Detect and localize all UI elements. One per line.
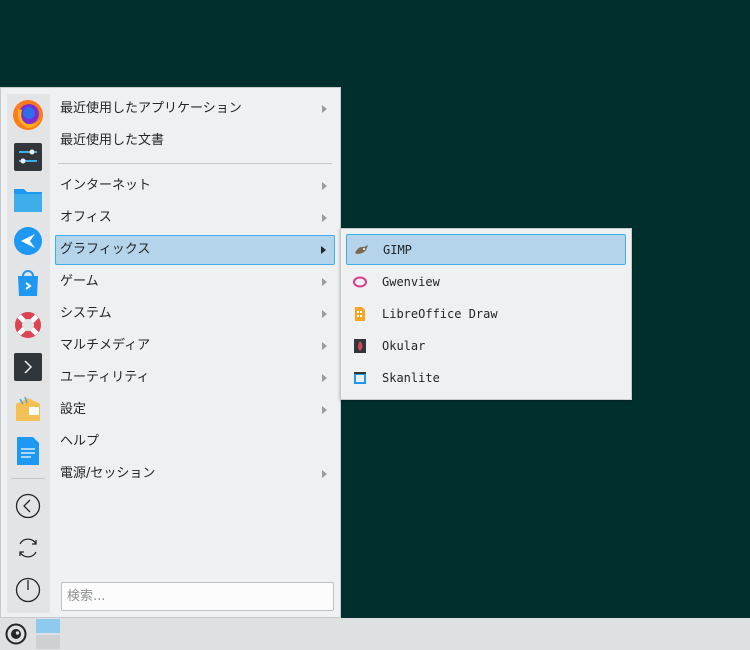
app-item-gimp[interactable]: GIMP bbox=[346, 234, 626, 265]
help-lifebuoy-icon[interactable] bbox=[11, 308, 45, 342]
chevron-right-icon bbox=[321, 246, 326, 254]
system-settings-icon[interactable] bbox=[11, 140, 45, 174]
pager-desktop-1[interactable] bbox=[36, 619, 60, 633]
category-label: 最近使用したアプリケーション bbox=[60, 101, 242, 116]
category-label: ユーティリティ bbox=[60, 370, 150, 385]
app-item-okular[interactable]: Okular bbox=[346, 330, 626, 361]
category-label: インターネット bbox=[60, 178, 152, 193]
category-label: 最近使用した文書 bbox=[60, 133, 165, 148]
chevron-right-icon bbox=[322, 406, 327, 414]
power-icon[interactable] bbox=[11, 573, 45, 607]
pager-desktop-2[interactable] bbox=[36, 635, 60, 649]
software-store-icon[interactable] bbox=[11, 266, 45, 300]
category-internet[interactable]: インターネット bbox=[55, 171, 335, 201]
chevron-right-icon bbox=[322, 214, 327, 222]
taskbar bbox=[0, 618, 750, 650]
category-settings[interactable]: 設定 bbox=[55, 395, 335, 425]
app-label: Gwenview bbox=[382, 274, 440, 289]
category-recent-documents[interactable]: 最近使用した文書 bbox=[55, 126, 335, 156]
category-utilities[interactable]: ユーティリティ bbox=[55, 363, 335, 393]
category-graphics[interactable]: グラフィックス bbox=[55, 235, 335, 265]
chevron-right-icon bbox=[322, 278, 327, 286]
category-label: ヘルプ bbox=[60, 434, 100, 449]
favorites-separator bbox=[11, 478, 45, 479]
app-item-gwenview[interactable]: Gwenview bbox=[346, 266, 626, 297]
firefox-icon[interactable] bbox=[11, 98, 45, 132]
desktop-pager-icon[interactable] bbox=[36, 619, 60, 649]
chevron-right-icon bbox=[322, 374, 327, 382]
text-document-icon[interactable] bbox=[11, 434, 45, 468]
skanlite-icon bbox=[352, 370, 368, 386]
graphics-submenu: GIMP Gwenview LibreOffice Draw Okular Sk… bbox=[340, 228, 632, 400]
libreoffice-draw-icon bbox=[352, 306, 368, 322]
okular-icon bbox=[352, 338, 368, 354]
chevron-right-icon bbox=[322, 310, 327, 318]
search-input[interactable] bbox=[61, 582, 334, 611]
category-label: 設定 bbox=[60, 402, 87, 417]
category-label: グラフィックス bbox=[60, 242, 151, 257]
category-help[interactable]: ヘルプ bbox=[55, 427, 335, 457]
back-icon[interactable] bbox=[11, 489, 45, 523]
chevron-right-icon bbox=[322, 182, 327, 190]
category-label: システム bbox=[60, 306, 112, 321]
file-manager-icon[interactable] bbox=[11, 182, 45, 216]
category-multimedia[interactable]: マルチメディア bbox=[55, 331, 335, 361]
category-office[interactable]: オフィス bbox=[55, 203, 335, 233]
app-label: Skanlite bbox=[382, 370, 440, 385]
chevron-right-icon bbox=[322, 342, 327, 350]
category-label: オフィス bbox=[60, 210, 112, 225]
category-games[interactable]: ゲーム bbox=[55, 267, 335, 297]
app-item-libreoffice-draw[interactable]: LibreOffice Draw bbox=[346, 298, 626, 329]
app-label: Okular bbox=[382, 338, 426, 353]
category-label: 電源/セッション bbox=[60, 466, 156, 481]
category-separator bbox=[58, 163, 332, 164]
category-system[interactable]: システム bbox=[55, 299, 335, 329]
app-label: LibreOffice Draw bbox=[382, 306, 498, 321]
opensuse-icon[interactable] bbox=[4, 622, 28, 646]
file-manager-package-icon[interactable] bbox=[11, 392, 45, 426]
app-label: GIMP bbox=[383, 242, 412, 257]
chevron-right-icon bbox=[322, 105, 327, 113]
gwenview-icon bbox=[352, 274, 368, 290]
application-menu: 最近使用したアプリケーション 最近使用した文書 インターネット オフィス グラフ… bbox=[0, 87, 341, 618]
app-item-skanlite[interactable]: Skanlite bbox=[346, 362, 626, 393]
category-power-session[interactable]: 電源/セッション bbox=[55, 459, 335, 489]
terminal-icon[interactable] bbox=[11, 350, 45, 384]
category-label: マルチメディア bbox=[60, 338, 151, 353]
restart-icon[interactable] bbox=[11, 531, 45, 565]
favorites-bar bbox=[7, 94, 50, 613]
kde-connect-icon[interactable] bbox=[11, 224, 45, 258]
category-recent-apps[interactable]: 最近使用したアプリケーション bbox=[55, 94, 335, 124]
chevron-right-icon bbox=[322, 470, 327, 478]
category-label: ゲーム bbox=[60, 274, 99, 289]
gimp-icon bbox=[353, 242, 369, 258]
